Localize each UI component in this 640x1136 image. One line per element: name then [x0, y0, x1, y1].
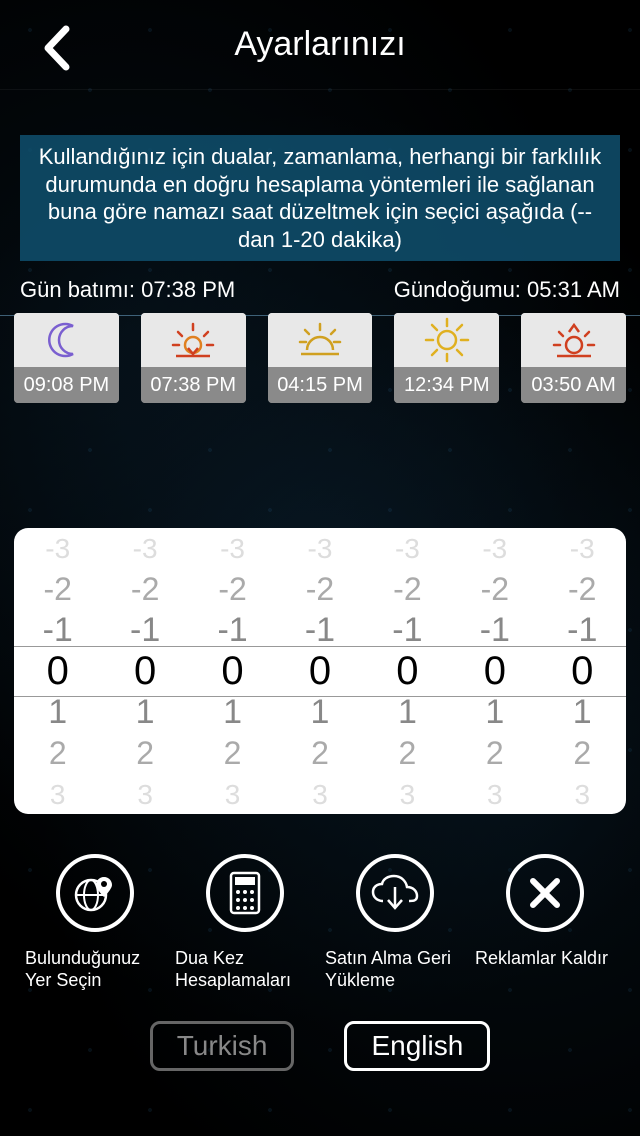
picker-column[interactable]: -3-2-10123 [364, 528, 451, 814]
picker-value: -3 [308, 528, 333, 569]
picker-value: -2 [481, 569, 509, 610]
picker-value: -2 [393, 569, 421, 610]
picker-value: 1 [485, 692, 504, 733]
picker-column[interactable]: -3-2-10123 [101, 528, 188, 814]
page-title: Ayarlarınızı [234, 25, 405, 64]
picker-value: 0 [221, 651, 243, 692]
picker-value: 3 [574, 774, 590, 815]
picker-column[interactable]: -3-2-10123 [539, 528, 626, 814]
picker-value: 0 [309, 651, 331, 692]
info-message: Kullandığınız için dualar, zamanlama, he… [20, 135, 620, 261]
picker-column[interactable]: -3-2-10123 [189, 528, 276, 814]
lang-english-button[interactable]: English [344, 1021, 490, 1071]
action-row: Bulunduğunuz Yer Seçin Dua Kez Hesaplama… [0, 814, 640, 991]
sunrise-icon [521, 313, 626, 367]
action-restore-purchase[interactable]: Satın Alma Geri Yükleme [325, 854, 465, 991]
card-fajr[interactable]: 03:50 AM [521, 313, 626, 403]
picker-value: -2 [568, 569, 596, 610]
action-label: Reklamlar Kaldır [475, 948, 615, 970]
picker-value: 3 [400, 774, 416, 815]
picker-value: 0 [571, 651, 593, 692]
picker-value: 2 [136, 733, 154, 774]
picker-value: -1 [217, 610, 247, 651]
picker-value: -2 [43, 569, 71, 610]
picker-value: 1 [48, 692, 67, 733]
picker-value: -1 [392, 610, 422, 651]
picker-column[interactable]: -3-2-10123 [276, 528, 363, 814]
picker-value: 1 [573, 692, 592, 733]
picker-value: 2 [49, 733, 67, 774]
picker-value: 3 [50, 774, 66, 815]
picker-value: -2 [306, 569, 334, 610]
card-time: 07:38 PM [141, 367, 246, 403]
picker-value: 2 [486, 733, 504, 774]
picker-value: -3 [395, 528, 420, 569]
picker-value: -3 [570, 528, 595, 569]
sunrise-label: Gündoğumu: 05:31 AM [394, 277, 620, 303]
action-label: Satın Alma Geri Yükleme [325, 948, 465, 991]
picker-value: -2 [218, 569, 246, 610]
picker-value: 0 [47, 651, 69, 692]
calculator-icon [206, 854, 284, 932]
picker-value: 0 [396, 651, 418, 692]
picker-value: -1 [567, 610, 597, 651]
action-remove-ads[interactable]: Reklamlar Kaldır [475, 854, 615, 991]
sunset-icon [141, 313, 246, 367]
globe-pin-icon [56, 854, 134, 932]
picker-value: 3 [137, 774, 153, 815]
picker-value: -1 [130, 610, 160, 651]
picker-value: 1 [398, 692, 417, 733]
header: Ayarlarınızı [0, 0, 640, 90]
sun-icon [394, 313, 499, 367]
picker-value: 1 [311, 692, 330, 733]
picker-value: 1 [136, 692, 155, 733]
prayer-time-cards: 09:08 PM 07:38 PM [0, 307, 640, 403]
sun-times-row: Gün batımı: 07:38 PM Gündoğumu: 05:31 AM [0, 271, 640, 307]
afternoon-sun-icon [268, 313, 373, 367]
language-row: Turkish English [0, 1021, 640, 1071]
card-time: 03:50 AM [521, 367, 626, 403]
back-button[interactable] [40, 25, 72, 71]
picker-value: 2 [224, 733, 242, 774]
picker-value: 3 [487, 774, 503, 815]
card-isha[interactable]: 09:08 PM [14, 313, 119, 403]
cloud-download-icon [356, 854, 434, 932]
picker-value: -3 [220, 528, 245, 569]
picker-value: 2 [311, 733, 329, 774]
picker-value: 2 [399, 733, 417, 774]
minute-adjust-picker[interactable]: -3-2-10123-3-2-10123-3-2-10123-3-2-10123… [14, 528, 626, 814]
card-time: 09:08 PM [14, 367, 119, 403]
action-location[interactable]: Bulunduğunuz Yer Seçin [25, 854, 165, 991]
picker-value: -3 [482, 528, 507, 569]
picker-column[interactable]: -3-2-10123 [451, 528, 538, 814]
sunset-label: Gün batımı: 07:38 PM [20, 277, 235, 303]
close-icon [506, 854, 584, 932]
card-maghrib[interactable]: 07:38 PM [141, 313, 246, 403]
card-time: 12:34 PM [394, 367, 499, 403]
picker-column[interactable]: -3-2-10123 [14, 528, 101, 814]
picker-value: -2 [131, 569, 159, 610]
picker-value: 3 [225, 774, 241, 815]
card-dhuhr[interactable]: 12:34 PM [394, 313, 499, 403]
action-label: Bulunduğunuz Yer Seçin [25, 948, 165, 991]
picker-value: 3 [312, 774, 328, 815]
picker-value: 2 [573, 733, 591, 774]
action-calculations[interactable]: Dua Kez Hesaplamaları [175, 854, 315, 991]
lang-turkish-button[interactable]: Turkish [150, 1021, 295, 1071]
picker-value: -3 [45, 528, 70, 569]
picker-value: -1 [480, 610, 510, 651]
card-time: 04:15 PM [268, 367, 373, 403]
moon-icon [14, 313, 119, 367]
picker-value: 0 [484, 651, 506, 692]
card-asr[interactable]: 04:15 PM [268, 313, 373, 403]
picker-value: 1 [223, 692, 242, 733]
picker-value: 0 [134, 651, 156, 692]
picker-value: -1 [305, 610, 335, 651]
picker-value: -1 [43, 610, 73, 651]
action-label: Dua Kez Hesaplamaları [175, 948, 315, 991]
picker-value: -3 [133, 528, 158, 569]
